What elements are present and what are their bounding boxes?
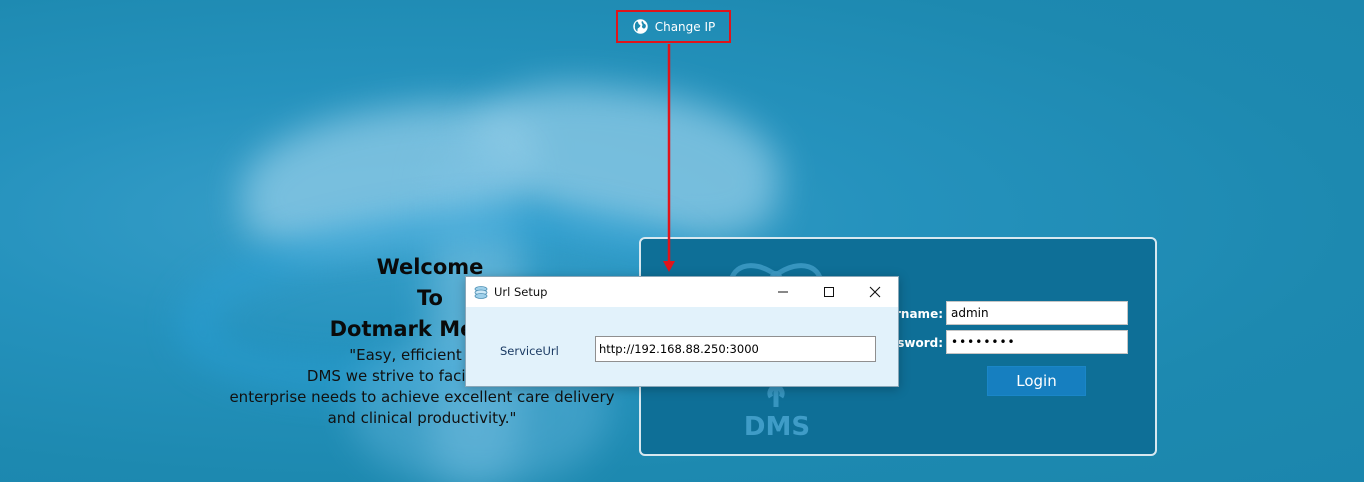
dms-logo-text: DMS bbox=[744, 412, 810, 437]
dialog-titlebar: Url Setup bbox=[466, 277, 898, 307]
service-url-input[interactable]: http://192.168.88.250:3000 bbox=[595, 336, 876, 362]
login-button[interactable]: Login bbox=[987, 366, 1086, 396]
close-button[interactable] bbox=[852, 277, 898, 307]
change-ip-label: Change IP bbox=[654, 19, 716, 34]
dialog-title: Url Setup bbox=[494, 285, 548, 299]
minimize-button[interactable] bbox=[760, 277, 806, 307]
change-ip-button[interactable]: Change IP bbox=[616, 10, 731, 43]
maximize-button[interactable] bbox=[806, 277, 852, 307]
quote-line-3: enterprise needs to achieve excellent ca… bbox=[229, 388, 615, 406]
maximize-icon bbox=[824, 287, 834, 297]
close-icon bbox=[869, 286, 881, 298]
password-field[interactable]: •••••••• bbox=[946, 330, 1128, 354]
minimize-icon bbox=[778, 291, 788, 293]
service-url-label: ServiceUrl bbox=[500, 344, 559, 358]
globe-icon bbox=[632, 19, 648, 34]
username-field[interactable]: admin bbox=[946, 301, 1128, 325]
app-icon bbox=[474, 286, 488, 299]
quote-line-4: and clinical productivity." bbox=[327, 409, 517, 427]
url-setup-dialog: Url Setup ServiceUrl http://192.168.88.2… bbox=[465, 276, 899, 387]
